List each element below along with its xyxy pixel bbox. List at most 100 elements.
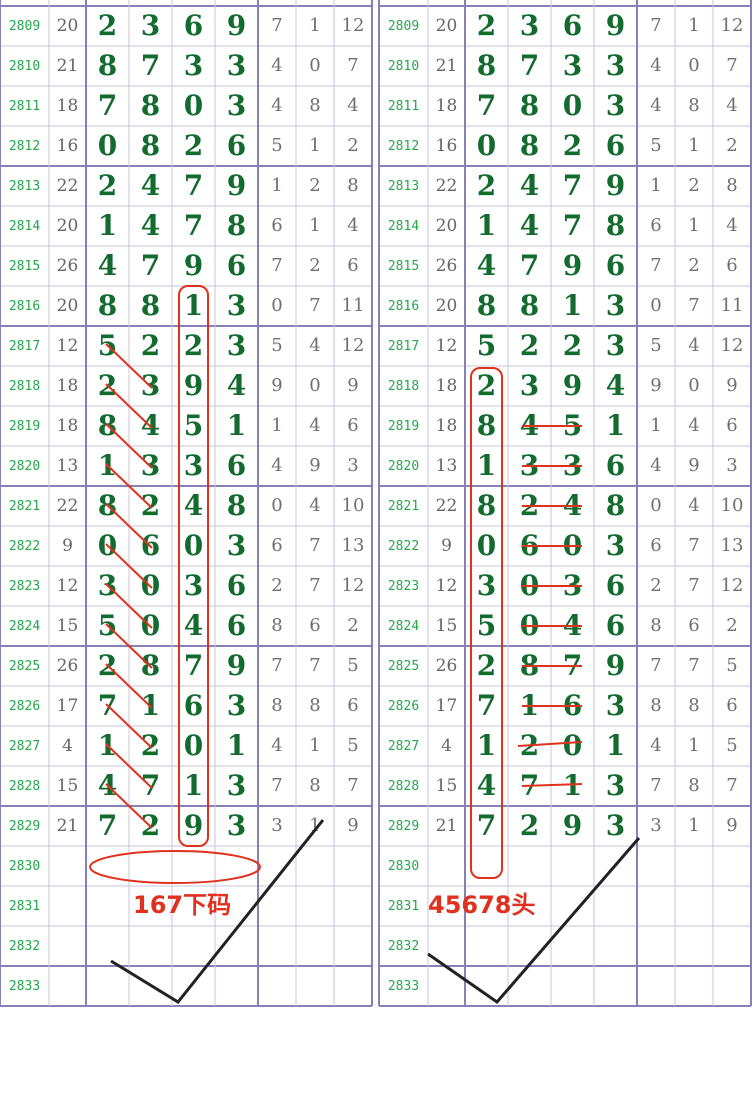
stat-digit [637,926,675,966]
stat-digit [713,966,751,1006]
stat-digit: 8 [688,695,700,716]
stat-digit: 2 [726,615,738,636]
sum-value: 18 [435,375,458,396]
main-digit: 3 [519,9,540,42]
main-digit: 2 [476,369,497,402]
stat-digit: 12 [341,15,365,36]
stat-digit [258,846,296,886]
stat-digit: 1 [271,175,283,196]
main-digit: 3 [605,529,626,562]
main-digit: 7 [97,89,118,122]
main-digit [594,966,637,1006]
stat-digit: 12 [720,575,744,596]
stat-digit [334,926,372,966]
main-digit: 2 [97,369,118,402]
issue-number: 2817 [387,338,420,354]
issue-number: 2823 [8,578,41,594]
sum-value: 22 [56,175,79,196]
main-digit: 8 [140,129,161,162]
sum-value: 9 [62,535,73,556]
main-digit: 8 [140,89,161,122]
stat-digit: 7 [347,775,359,796]
sum-value: 22 [435,175,458,196]
stat-digit: 1 [309,135,321,156]
sum-value: 21 [56,55,79,76]
main-digit: 6 [562,689,583,722]
stat-digit: 2 [650,575,662,596]
main-digit: 9 [562,249,583,282]
stat-digit: 10 [720,495,744,516]
issue-number: 2823 [387,578,420,594]
main-digit [465,846,508,886]
main-digit: 8 [140,289,161,322]
stat-digit: 8 [688,95,700,116]
stat-digit: 0 [650,295,662,316]
main-digit: 2 [562,329,583,362]
main-digit: 3 [226,49,247,82]
issue-number: 2832 [387,938,420,954]
main-digit: 6 [226,569,247,602]
main-digit: 8 [605,489,626,522]
main-digit: 6 [226,449,247,482]
issue-number: 2809 [387,18,420,34]
main-digit: 8 [519,649,540,682]
stat-digit: 6 [309,615,321,636]
issue-number: 2811 [8,98,41,114]
sum-value [49,966,86,1006]
stat-digit: 4 [271,95,283,116]
main-digit: 1 [183,289,204,322]
main-digit: 3 [605,809,626,842]
main-digit: 1 [183,769,204,802]
main-digit: 0 [562,529,583,562]
main-digit: 0 [97,529,118,562]
stat-digit [334,966,372,1006]
stat-digit: 7 [650,15,662,36]
main-digit: 3 [226,529,247,562]
main-digit: 9 [183,249,204,282]
stat-digit: 7 [650,655,662,676]
issue-number: 2815 [387,258,420,274]
main-digit: 9 [183,369,204,402]
stat-digit: 7 [347,55,359,76]
main-digit: 5 [97,609,118,642]
stat-digit: 6 [347,255,359,276]
main-digit [129,846,172,886]
main-digit [86,886,129,926]
stat-digit: 0 [271,295,283,316]
stat-digit: 1 [650,175,662,196]
main-digit [172,846,215,886]
stat-digit [675,926,713,966]
stat-digit: 11 [720,295,744,316]
stat-digit: 5 [650,135,662,156]
main-digit: 7 [519,249,540,282]
issue-number: 2811 [387,98,420,114]
stat-digit: 7 [309,535,321,556]
main-digit: 4 [140,169,161,202]
main-digit: 6 [226,249,247,282]
issue-number: 2825 [387,658,420,674]
issue-number: 2813 [387,178,420,194]
main-digit: 2 [476,649,497,682]
main-digit: 3 [226,809,247,842]
main-digit: 2 [140,809,161,842]
stat-digit [637,846,675,886]
issue-number: 2827 [387,738,420,754]
sum-value: 13 [435,455,458,476]
main-digit [508,926,551,966]
main-digit: 2 [519,809,540,842]
main-digit: 4 [476,769,497,802]
main-digit: 2 [519,729,540,762]
main-digit: 0 [562,89,583,122]
stat-digit [334,846,372,886]
stat-digit [296,846,334,886]
sum-value: 15 [435,615,458,636]
stat-digit: 1 [309,735,321,756]
stat-digit: 2 [347,135,359,156]
main-digit [594,886,637,926]
stat-digit: 13 [341,535,365,556]
stat-digit: 4 [650,735,662,756]
main-digit [215,846,258,886]
sum-value: 15 [56,775,79,796]
main-digit: 4 [562,609,583,642]
issue-number: 2824 [387,618,420,634]
